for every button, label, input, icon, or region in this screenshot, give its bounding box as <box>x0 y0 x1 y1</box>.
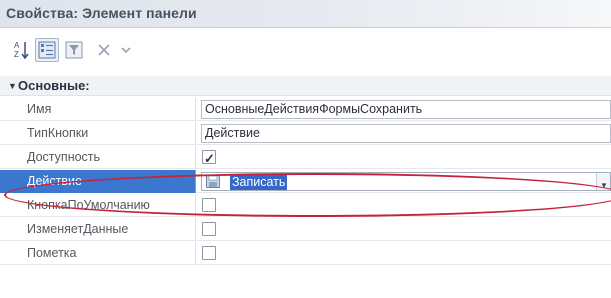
enabled-checkbox[interactable]: ✓ <box>202 150 216 166</box>
delete-button[interactable] <box>92 38 116 62</box>
property-row-action[interactable]: Действие Записать ▼ <box>0 170 611 193</box>
group-label: Основные: <box>18 78 90 93</box>
title-bar: Свойства: Элемент панели <box>0 0 611 28</box>
apply-button[interactable] <box>114 38 138 62</box>
dropdown-arrow-icon: ▼ <box>600 181 608 190</box>
property-row-name: Имя ОсновныеДействияФормыСохранить <box>0 98 611 121</box>
svg-text:Z: Z <box>14 50 19 59</box>
toolbar: A Z <box>0 28 611 76</box>
sort-alphabetical-button[interactable]: A Z <box>10 38 34 62</box>
filter-button[interactable] <box>62 38 86 62</box>
name-input[interactable]: ОсновныеДействияФормыСохранить <box>201 100 611 119</box>
property-name: Имя <box>0 98 196 121</box>
checkmark-icon: ✓ <box>204 151 215 166</box>
property-value-cell <box>196 218 611 241</box>
categorized-view-button[interactable] <box>35 38 59 62</box>
filter-icon <box>65 41 83 59</box>
modifies-data-checkbox[interactable] <box>202 222 216 236</box>
property-row-button-type: ТипКнопки Действие <box>0 122 611 145</box>
property-grid: ▼ Основные: Имя ОсновныеДействияФормыСох… <box>0 76 611 298</box>
property-name: Пометка <box>0 242 196 265</box>
default-button-checkbox[interactable] <box>202 198 216 212</box>
property-value-cell: Действие <box>196 122 611 145</box>
property-name: Доступность <box>0 146 196 169</box>
button-type-input[interactable]: Действие <box>201 124 611 143</box>
property-row-enabled: Доступность ✓ <box>0 146 611 169</box>
svg-text:A: A <box>14 41 20 50</box>
property-row-check: Пометка <box>0 242 611 265</box>
sort-az-icon: A Z <box>14 41 29 60</box>
action-selected-value: Записать <box>230 174 288 190</box>
property-name: ТипКнопки <box>0 122 196 145</box>
property-value-cell <box>196 242 611 265</box>
properties-window: Свойства: Элемент панели A Z ▼ Основные:… <box>0 0 611 298</box>
property-value-cell: Записать ▼ <box>196 170 611 193</box>
property-row-modifies-data: ИзменяетДанные <box>0 218 611 241</box>
chevron-down-icon <box>121 47 131 54</box>
action-select[interactable]: Записать ▼ <box>201 172 611 191</box>
dropdown-button[interactable]: ▼ <box>596 173 610 190</box>
close-icon <box>98 44 110 56</box>
window-title: Свойства: Элемент панели <box>6 5 197 21</box>
property-row-default-button: КнопкаПоУмолчанию <box>0 194 611 217</box>
group-header-main[interactable]: ▼ Основные: <box>0 76 611 96</box>
property-name: ИзменяетДанные <box>0 218 196 241</box>
property-name: Действие <box>0 170 196 193</box>
check-mark-checkbox[interactable] <box>202 246 216 260</box>
categorized-view-icon <box>38 41 56 59</box>
property-value-cell: ✓ <box>196 146 611 169</box>
property-value-cell <box>196 194 611 217</box>
property-name: КнопкаПоУмолчанию <box>0 194 196 217</box>
property-value-cell: ОсновныеДействияФормыСохранить <box>196 98 611 121</box>
save-icon <box>206 175 220 188</box>
collapse-triangle-icon[interactable]: ▼ <box>8 81 17 91</box>
